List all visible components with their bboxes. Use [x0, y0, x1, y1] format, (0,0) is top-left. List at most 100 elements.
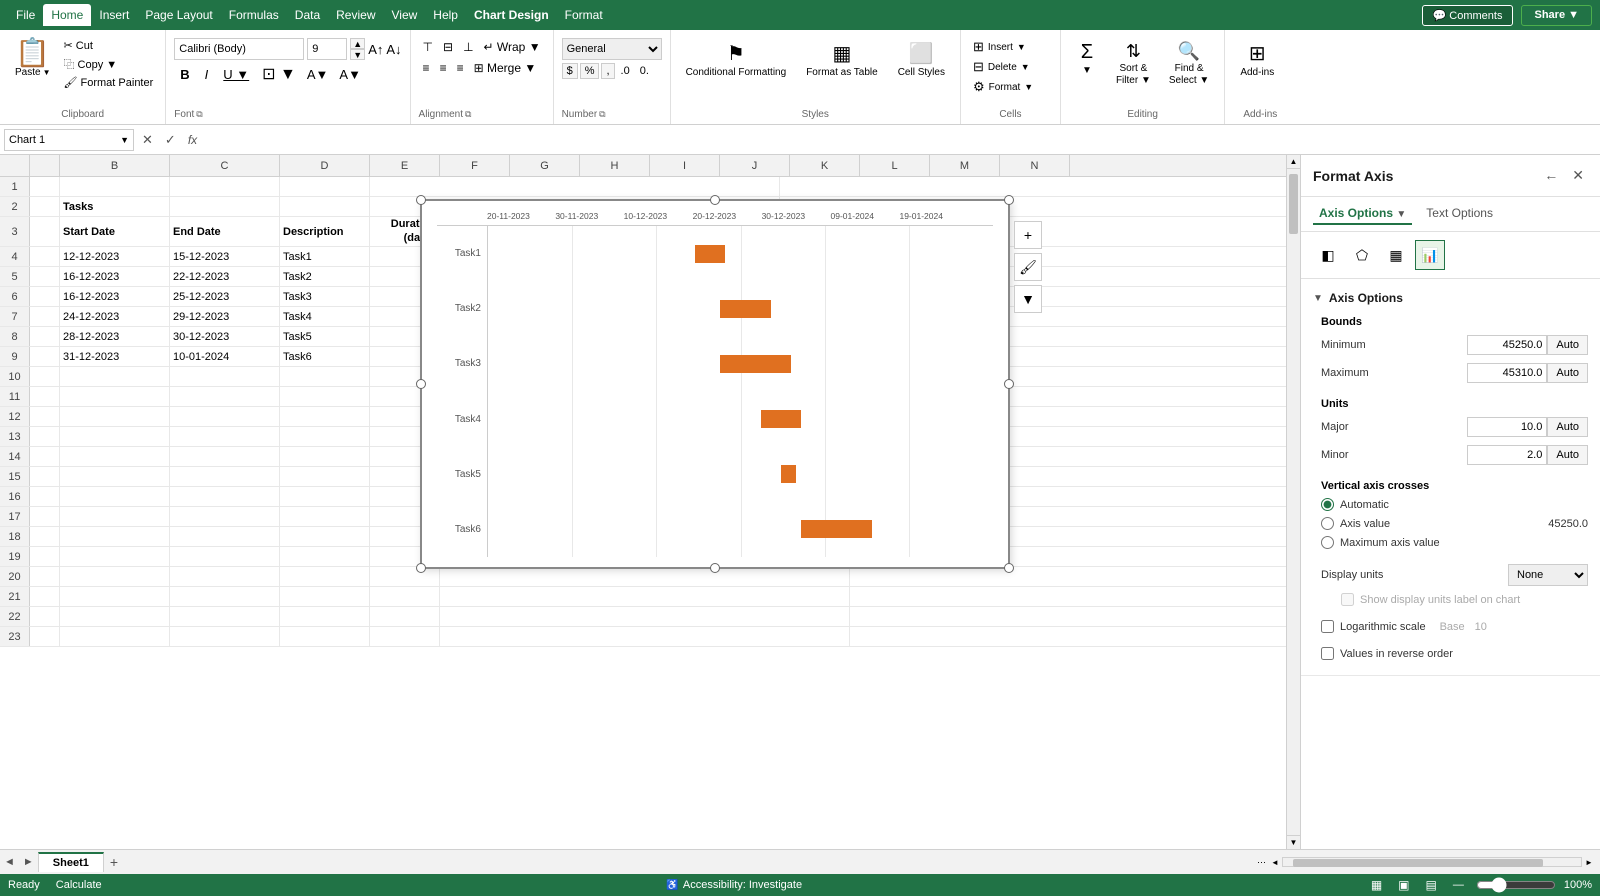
show-display-units-checkbox[interactable]: [1341, 593, 1354, 606]
axis-options-header[interactable]: ▼ Axis Options: [1313, 287, 1588, 309]
row-number-13[interactable]: 13: [0, 427, 30, 446]
col-header-N[interactable]: N: [1000, 155, 1070, 176]
cell-D16[interactable]: [280, 487, 370, 506]
sum-button[interactable]: Σ ▼: [1069, 38, 1105, 79]
cell-C13[interactable]: [170, 427, 280, 446]
h-scroll-thumb[interactable]: [1293, 859, 1543, 867]
font-size-input[interactable]: [307, 38, 347, 60]
add-sheet-button[interactable]: +: [104, 852, 124, 872]
col-header-K[interactable]: K: [790, 155, 860, 176]
comments-button[interactable]: 💬 Comments: [1422, 5, 1514, 26]
row-number-6[interactable]: 6: [0, 287, 30, 306]
page-layout-view-button[interactable]: ▣: [1394, 876, 1413, 894]
menu-home[interactable]: Home: [43, 4, 91, 26]
cell-C18[interactable]: [170, 527, 280, 546]
page-break-view-button[interactable]: ▤: [1422, 876, 1441, 894]
scroll-thumb[interactable]: [1289, 174, 1298, 234]
col-header-F[interactable]: F: [440, 155, 510, 176]
cell-D15[interactable]: [280, 467, 370, 486]
tab-text-options[interactable]: Text Options: [1420, 203, 1499, 225]
cell-C19[interactable]: [170, 547, 280, 566]
cell-styles-button[interactable]: ⬜ Cell Styles: [891, 38, 952, 82]
row-number-21[interactable]: 21: [0, 587, 30, 606]
sort-filter-button[interactable]: ⇅ Sort &Filter ▼: [1109, 38, 1158, 90]
menu-help[interactable]: Help: [425, 4, 466, 26]
row-number-3[interactable]: 3: [0, 217, 30, 246]
menu-page-layout[interactable]: Page Layout: [137, 4, 220, 26]
row-number-11[interactable]: 11: [0, 387, 30, 406]
cell-D12[interactable]: [280, 407, 370, 426]
cell-F21-rest[interactable]: [440, 587, 850, 606]
formula-cancel-button[interactable]: ✕: [138, 131, 157, 149]
menu-insert[interactable]: Insert: [91, 4, 137, 26]
align-center-button[interactable]: ≡: [436, 59, 451, 77]
cell-A21[interactable]: [30, 587, 60, 606]
maximum-auto-button[interactable]: Auto: [1547, 363, 1588, 383]
major-input[interactable]: [1467, 417, 1547, 437]
cell-B22[interactable]: [60, 607, 170, 626]
col-header-E[interactable]: E: [370, 155, 440, 176]
axis-value-radio[interactable]: [1321, 517, 1334, 530]
cell-D8[interactable]: Task5: [280, 327, 370, 346]
cell-E22[interactable]: [370, 607, 440, 626]
cell-B13[interactable]: [60, 427, 170, 446]
major-auto-button[interactable]: Auto: [1547, 417, 1588, 437]
col-header-A[interactable]: [30, 155, 60, 176]
cell-A17[interactable]: [30, 507, 60, 526]
row-number-10[interactable]: 10: [0, 367, 30, 386]
cell-B20[interactable]: [60, 567, 170, 586]
cell-D17[interactable]: [280, 507, 370, 526]
cell-F22-rest[interactable]: [440, 607, 850, 626]
cell-C20[interactable]: [170, 567, 280, 586]
align-left-button[interactable]: ≡: [419, 59, 434, 77]
cell-B1[interactable]: [60, 177, 170, 196]
row-number-7[interactable]: 7: [0, 307, 30, 326]
cell-C7[interactable]: 29-12-2023: [170, 307, 280, 326]
h-scroll-track[interactable]: [1282, 857, 1582, 867]
fill-color-button[interactable]: A▼: [303, 66, 333, 83]
panel-close-button[interactable]: ✕: [1568, 165, 1588, 186]
font-name-input[interactable]: [174, 38, 304, 60]
cell-C21[interactable]: [170, 587, 280, 606]
cell-B12[interactable]: [60, 407, 170, 426]
row-number-12[interactable]: 12: [0, 407, 30, 426]
cell-A18[interactable]: [30, 527, 60, 546]
automatic-radio[interactable]: [1321, 498, 1334, 511]
cell-D19[interactable]: [280, 547, 370, 566]
formula-function-button[interactable]: fx: [184, 132, 201, 148]
cell-C8[interactable]: 30-12-2023: [170, 327, 280, 346]
align-top-button[interactable]: ⊤: [419, 38, 437, 56]
cell-B16[interactable]: [60, 487, 170, 506]
text-wrap-button[interactable]: ↵ Wrap ▼: [480, 38, 545, 56]
format-as-table-button[interactable]: ▦ Format as Table: [799, 38, 885, 82]
font-dialog-launcher[interactable]: ⧉: [196, 109, 202, 120]
cell-F23-rest[interactable]: [440, 627, 850, 646]
axis-options-dropdown[interactable]: ▼: [1396, 209, 1406, 220]
bar-chart-icon-button[interactable]: 📊: [1415, 240, 1445, 270]
row-number-23[interactable]: 23: [0, 627, 30, 646]
row-number-18[interactable]: 18: [0, 527, 30, 546]
menu-view[interactable]: View: [384, 4, 426, 26]
cell-A3[interactable]: [30, 217, 60, 246]
cell-D18[interactable]: [280, 527, 370, 546]
border-button[interactable]: ⊡ ▼: [258, 63, 300, 85]
maximum-input[interactable]: [1467, 363, 1547, 383]
cell-C2[interactable]: [170, 197, 280, 216]
col-header-H[interactable]: H: [580, 155, 650, 176]
cell-C22[interactable]: [170, 607, 280, 626]
zoom-slider[interactable]: [1476, 877, 1556, 893]
align-right-button[interactable]: ≡: [453, 59, 468, 77]
cell-A23[interactable]: [30, 627, 60, 646]
cell-D3[interactable]: Description: [280, 217, 370, 246]
cell-A16[interactable]: [30, 487, 60, 506]
cell-A22[interactable]: [30, 607, 60, 626]
cell-C1[interactable]: [170, 177, 280, 196]
tab-axis-options[interactable]: Axis Options ▼: [1313, 203, 1412, 225]
cell-D1[interactable]: [280, 177, 370, 196]
cell-C14[interactable]: [170, 447, 280, 466]
cell-B10[interactable]: [60, 367, 170, 386]
cell-B21[interactable]: [60, 587, 170, 606]
cell-A1[interactable]: [30, 177, 60, 196]
cell-A2[interactable]: [30, 197, 60, 216]
cell-D20[interactable]: [280, 567, 370, 586]
